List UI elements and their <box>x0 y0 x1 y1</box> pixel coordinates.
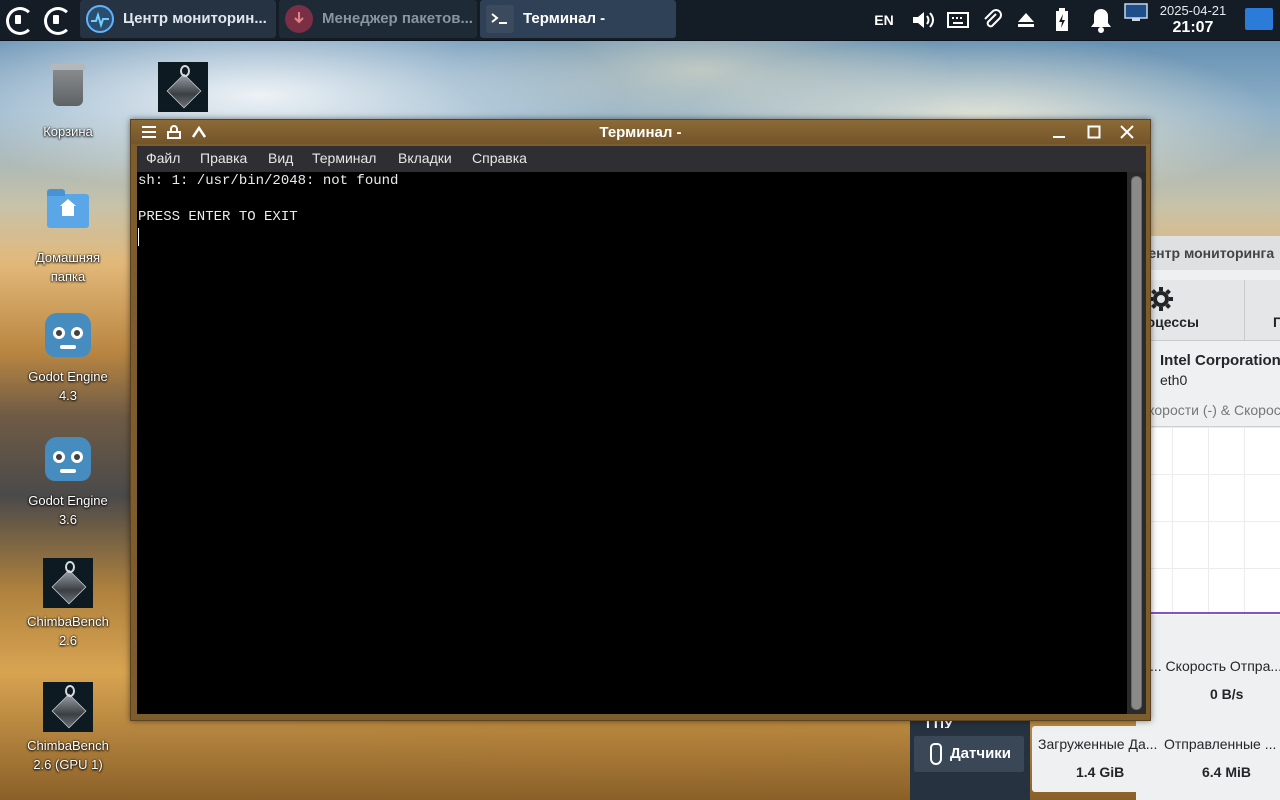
volume-icon[interactable] <box>908 0 938 40</box>
terminal-window: Терминал - Файл Правка Вид Терминал Вкла… <box>130 119 1151 721</box>
app-launcher-icon[interactable] <box>4 5 34 35</box>
graph-line <box>1136 612 1280 614</box>
monitor-tabs: Процессы П <box>1136 280 1280 341</box>
desktop-icon-godot-36[interactable]: Godot Engine 3.6 <box>18 434 118 529</box>
chimbabench-icon <box>158 62 208 112</box>
package-manager-icon <box>285 5 313 33</box>
output-line: PRESS ENTER TO EXIT <box>138 209 298 225</box>
sidebar-item-label: Датчики <box>950 745 1012 762</box>
menu-tabs[interactable]: Вкладки <box>398 150 452 166</box>
tab-next[interactable]: П <box>1245 280 1280 340</box>
network-display-icon[interactable] <box>1122 0 1150 42</box>
tab-processes[interactable]: Процессы <box>1136 280 1244 340</box>
task-monitoring-center[interactable]: Центр мониторин... <box>80 0 276 38</box>
text-cursor <box>138 228 139 246</box>
keyboard-icon[interactable] <box>944 0 972 40</box>
network-totals-panel: Загруженные Да... 1.4 GiB Отправленные .… <box>1032 726 1280 792</box>
menu-edit[interactable]: Правка <box>200 150 247 166</box>
close-button[interactable] <box>1117 122 1137 142</box>
desktop-icon-label: ChimbaBench 2.6 (GPU 1) <box>27 738 109 772</box>
system-monitor-icon <box>86 5 114 33</box>
monitor-sidebar: ГПУ Датчики <box>910 716 1030 800</box>
desktop-icon-chimbabench-gpu1[interactable]: ChimbaBench 2.6 (GPU 1) <box>18 682 118 774</box>
chimbabench-icon <box>43 558 93 608</box>
gear-icon <box>1149 287 1173 311</box>
send-speed-header: ... Скорость Отпра... <box>1150 658 1280 674</box>
task-label: Центр мониторин... <box>123 10 267 27</box>
menu-view[interactable]: Вид <box>268 150 293 166</box>
sidebar-item-sensors[interactable]: Датчики <box>914 736 1024 772</box>
network-device: eth0 <box>1160 372 1188 388</box>
desktop-icon-label: Корзина <box>43 124 93 139</box>
godot-icon <box>43 437 93 487</box>
menu-file[interactable]: Файл <box>146 150 180 166</box>
task-label: Терминал - <box>523 10 606 27</box>
task-label: Менеджер пакетов... <box>322 10 473 27</box>
trash-icon <box>43 64 93 118</box>
godot-icon <box>43 313 93 363</box>
sent-value: 6.4 MiB <box>1202 764 1252 780</box>
window-title: Центр мониторинга <box>1136 236 1280 270</box>
desktop-icon-label: Godot Engine 3.6 <box>28 493 108 527</box>
desktop-icon-trash[interactable]: Корзина <box>18 62 118 141</box>
menu-help[interactable]: Справка <box>472 150 527 166</box>
task-terminal[interactable]: Терминал - <box>480 0 676 38</box>
keyboard-layout-indicator[interactable]: EN <box>868 0 900 40</box>
network-graph <box>1136 426 1280 615</box>
monitoring-center-window: Центр мониторинга Процессы П Intel Corpo… <box>1136 236 1280 800</box>
downloaded-value: 1.4 GiB <box>1076 764 1125 780</box>
battery-charging-icon[interactable] <box>1048 0 1076 40</box>
scrollbar-thumb[interactable] <box>1131 176 1142 710</box>
clock-time: 21:07 <box>1172 19 1214 36</box>
maximize-button[interactable] <box>1084 122 1104 142</box>
eject-icon[interactable] <box>1012 0 1040 40</box>
menu-bar: Файл Правка Вид Терминал Вкладки Справка <box>137 146 1146 172</box>
desktop-icon-chimbabench-extra[interactable] <box>133 62 233 116</box>
task-package-manager[interactable]: Менеджер пакетов... <box>279 0 477 38</box>
window-title: Терминал - <box>599 124 682 141</box>
thermometer-icon <box>930 743 942 765</box>
clock[interactable]: 2025-04-21 21:07 <box>1150 3 1236 37</box>
secondary-launcher-icon[interactable] <box>42 5 72 35</box>
clock-date: 2025-04-21 <box>1159 3 1227 18</box>
desktop-icon-chimbabench[interactable]: ChimbaBench 2.6 <box>18 558 118 650</box>
scrollbar[interactable] <box>1127 172 1146 714</box>
output-line: sh: 1: /usr/bin/2048: not found <box>138 173 399 189</box>
desktop-icon-label: Домашняя папка <box>35 250 101 284</box>
sent-header: Отправленные ... <box>1164 736 1277 752</box>
desktop-icon-label: ChimbaBench 2.6 <box>27 614 109 648</box>
desktop-icon-godot-43[interactable]: Godot Engine 4.3 <box>18 310 118 405</box>
menu-terminal[interactable]: Терминал <box>312 150 376 166</box>
send-speed-value: 0 B/s <box>1210 686 1244 702</box>
window-titlebar[interactable]: Терминал - <box>131 120 1150 144</box>
minimize-button[interactable] <box>1049 122 1069 142</box>
terminal-icon <box>486 5 514 33</box>
chimbabench-icon <box>43 682 93 732</box>
terminal-output[interactable]: sh: 1: /usr/bin/2048: not found PRESS EN… <box>137 172 1127 714</box>
notifications-bell-icon[interactable] <box>1084 0 1118 40</box>
show-desktop-button[interactable] <box>1245 8 1273 30</box>
paperclip-icon[interactable] <box>978 0 1006 40</box>
desktop-icon-home-folder[interactable]: Домашняя папка <box>18 186 118 286</box>
home-folder-icon <box>43 189 93 244</box>
taskbar: Центр мониторин... Менеджер пакетов... Т… <box>0 0 1280 41</box>
network-adapter-name: Intel Corporation <box>1160 352 1280 369</box>
downloaded-header: Загруженные Да... <box>1038 736 1158 752</box>
tab-label: П <box>1273 314 1280 330</box>
desktop-icon-label: Godot Engine 4.3 <box>28 369 108 403</box>
graph-legend: Скорости (-) & Скорость Отп <box>1138 402 1280 418</box>
